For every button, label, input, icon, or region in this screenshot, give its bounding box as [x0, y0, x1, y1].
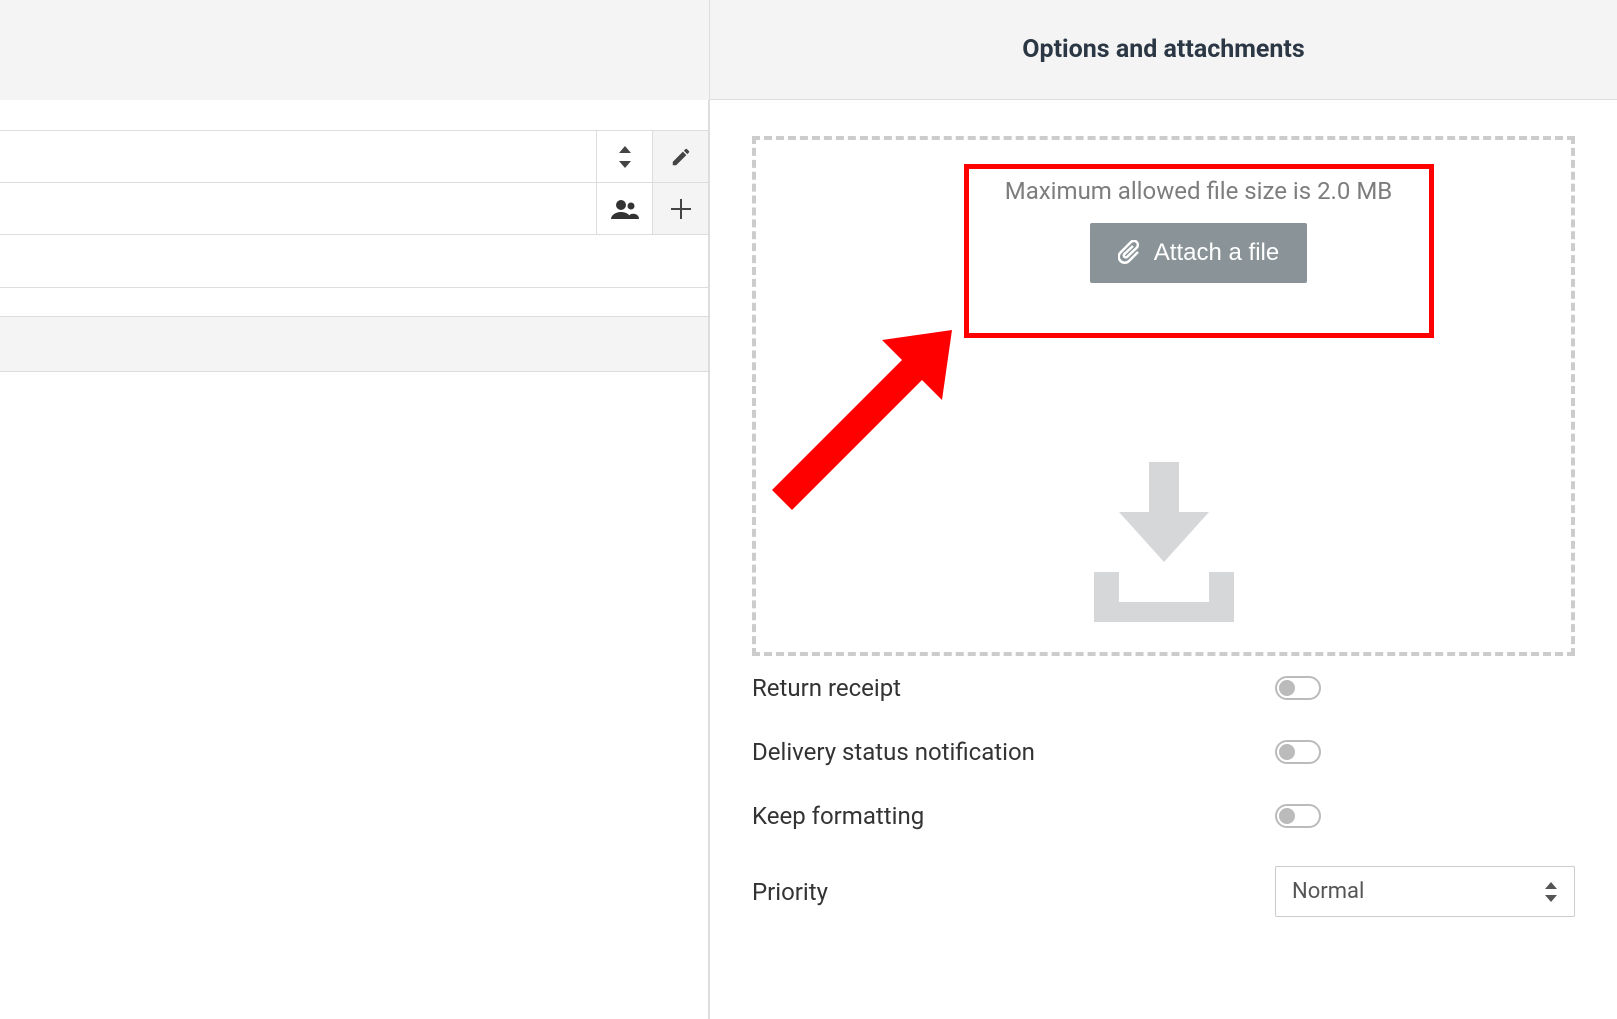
priority-row: Priority Normal — [752, 848, 1575, 935]
priority-value: Normal — [1292, 879, 1364, 904]
from-input[interactable] — [0, 131, 596, 182]
keep-formatting-toggle[interactable] — [1275, 804, 1321, 828]
subject-field[interactable] — [0, 234, 708, 288]
paperclip-icon — [1118, 240, 1142, 266]
from-field-row — [0, 130, 708, 183]
options-header: Options and attachments — [710, 0, 1617, 100]
attach-file-button[interactable]: Attach a file — [1090, 223, 1307, 283]
attach-highlight-box: Maximum allowed file size is 2.0 MB Atta… — [964, 164, 1434, 338]
return-receipt-toggle[interactable] — [1275, 676, 1321, 700]
delivery-status-toggle[interactable] — [1275, 740, 1321, 764]
editor-toolbar-placeholder — [0, 316, 708, 372]
pencil-icon — [670, 146, 692, 168]
return-receipt-row: Return receipt — [752, 656, 1575, 720]
to-field-row — [0, 182, 708, 235]
drop-download-icon — [1074, 462, 1254, 622]
delivery-status-label: Delivery status notification — [752, 738, 1275, 766]
people-icon — [611, 199, 639, 219]
to-input[interactable] — [0, 183, 596, 234]
edit-identities-button[interactable] — [652, 131, 708, 182]
keep-formatting-row: Keep formatting — [752, 784, 1575, 848]
select-sort-icon — [1544, 882, 1558, 902]
compose-fields-area — [0, 100, 709, 1019]
attach-file-label: Attach a file — [1154, 239, 1279, 267]
options-pane: Options and attachments Maximum allowed … — [710, 0, 1617, 1019]
options-title: Options and attachments — [1022, 35, 1304, 64]
from-sort-button[interactable] — [596, 131, 652, 182]
add-contact-button[interactable] — [596, 183, 652, 234]
delivery-status-row: Delivery status notification — [752, 720, 1575, 784]
attachment-dropzone[interactable]: Maximum allowed file size is 2.0 MB Atta… — [752, 136, 1575, 656]
annotation-arrow — [772, 310, 972, 510]
keep-formatting-label: Keep formatting — [752, 802, 1275, 830]
priority-select[interactable]: Normal — [1275, 866, 1575, 917]
plus-icon — [671, 199, 691, 219]
compose-left-pane — [0, 0, 710, 1019]
add-recipient-button[interactable] — [652, 183, 708, 234]
return-receipt-label: Return receipt — [752, 674, 1275, 702]
priority-label: Priority — [752, 878, 1275, 906]
max-filesize-text: Maximum allowed file size is 2.0 MB — [1005, 177, 1392, 205]
sort-icon — [617, 146, 633, 168]
